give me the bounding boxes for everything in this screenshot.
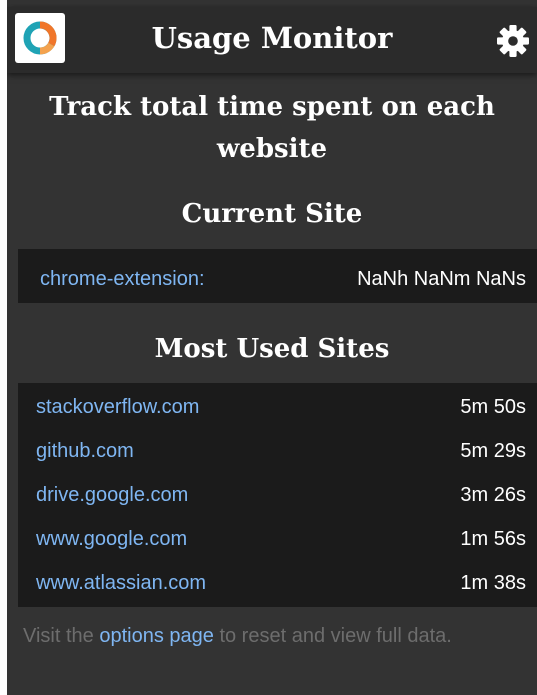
list-item: www.atlassian.com 1m 38s [18,561,537,605]
options-page-link[interactable]: options page [99,625,214,647]
site-link[interactable]: github.com [36,438,134,464]
current-site-heading: Current Site [181,199,363,229]
settings-button[interactable] [495,23,531,59]
list-item: drive.google.com 3m 26s [18,473,537,517]
site-time: 1m 56s [460,528,526,550]
site-time: 5m 50s [460,396,526,418]
list-item: github.com 5m 29s [18,429,537,473]
site-time: 1m 38s [460,572,526,594]
footer-note: Visit the options page to reset and view… [23,623,523,650]
current-site-row: chrome-extension: NaNh NaNm NaNs [18,257,537,301]
current-site-link[interactable]: chrome-extension: [40,266,205,292]
site-time: 3m 26s [460,484,526,506]
site-time: 5m 29s [460,440,526,462]
current-site-panel: chrome-extension: NaNh NaNm NaNs [18,249,537,303]
current-site-time: NaNh NaNm NaNs [357,268,526,290]
list-item: stackoverflow.com 5m 50s [18,385,537,429]
site-link[interactable]: stackoverflow.com [36,394,199,420]
site-link[interactable]: www.atlassian.com [36,570,206,596]
usage-monitor-popup: Usage Monitor Track total time spent on … [7,0,537,695]
tagline: Track total time spent on each website [49,92,495,164]
site-link[interactable]: www.google.com [36,526,187,552]
list-item: www.google.com 1m 56s [18,517,537,561]
most-used-heading: Most Used Sites [154,334,390,364]
footer-suffix: to reset and view full data. [213,625,452,647]
app-title: Usage Monitor [151,21,393,55]
header-bar: Usage Monitor [7,7,537,73]
footer-prefix: Visit the [23,625,100,647]
most-used-list: stackoverflow.com 5m 50s github.com 5m 2… [18,383,537,607]
site-link[interactable]: drive.google.com [36,482,188,508]
gear-icon [497,25,529,57]
